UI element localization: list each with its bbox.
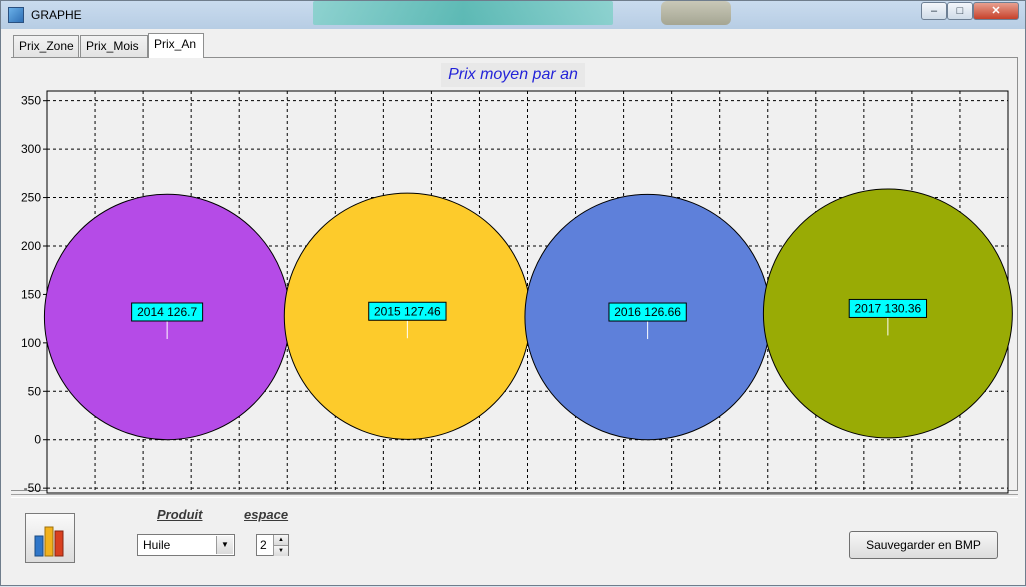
data-label-2016: 2016 126.66 — [614, 305, 681, 319]
app-window: GRAPHE – □ ✕ Prix_Zone Prix_Mois Prix_An… — [0, 0, 1026, 586]
spin-down-icon[interactable]: ▼ — [273, 545, 288, 556]
y-tick-label: 50 — [28, 384, 42, 398]
bar-chart-icon — [34, 526, 64, 557]
espace-spinner[interactable]: 2 ▲ ▼ — [256, 534, 289, 556]
espace-label: espace — [244, 507, 289, 522]
y-tick-label: 300 — [21, 142, 41, 156]
tab-prix-an[interactable]: Prix_An — [148, 33, 204, 58]
espace-spinner-value: 2 — [260, 538, 267, 552]
save-bmp-button[interactable]: Sauvegarder en BMP — [849, 531, 998, 559]
data-label-2014: 2014 126.7 — [137, 305, 197, 319]
spin-up-icon[interactable]: ▲ — [273, 535, 288, 545]
produit-select-value: Huile — [143, 538, 171, 552]
y-tick-label: 0 — [34, 433, 41, 447]
y-tick-label: 250 — [21, 191, 41, 205]
y-tick-label: 150 — [21, 287, 41, 301]
divider — [11, 494, 1018, 498]
chevron-down-icon[interactable]: ▼ — [216, 536, 233, 554]
produit-select[interactable]: Huile ▼ — [137, 534, 235, 556]
chart-toggle-button[interactable] — [25, 513, 75, 563]
produit-label: Produit — [157, 507, 203, 522]
data-label-2015: 2015 127.46 — [374, 304, 441, 318]
y-tick-label: 100 — [21, 336, 41, 350]
y-tick-label: 200 — [21, 239, 41, 253]
bubble-chart: -500501001502002503003502014 126.7 2015 1… — [21, 90, 1013, 495]
data-label-2017: 2017 130.36 — [855, 301, 922, 315]
y-tick-label: 350 — [21, 94, 41, 108]
